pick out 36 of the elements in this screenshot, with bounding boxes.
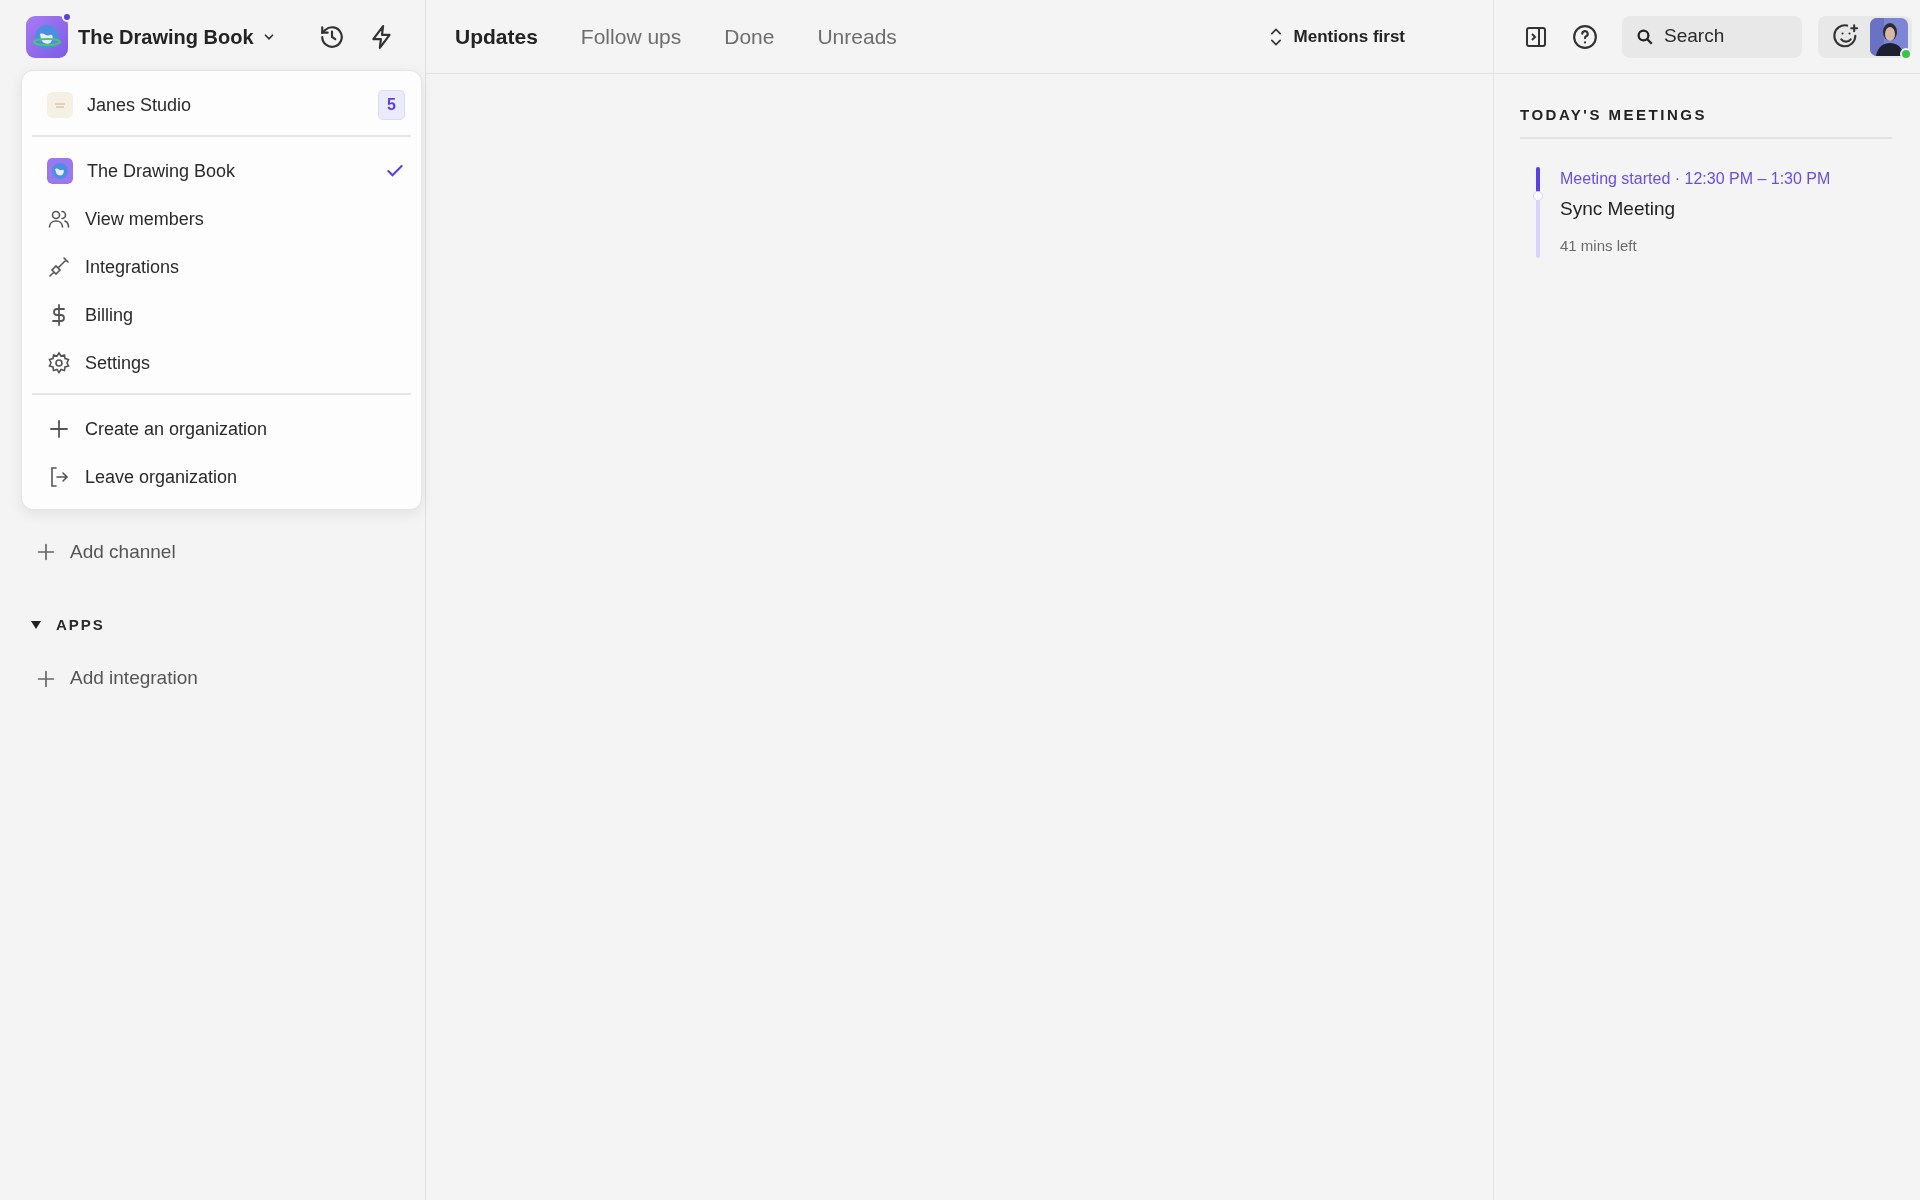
meeting-title: Sync Meeting [1560, 196, 1677, 221]
plus-icon [36, 542, 56, 562]
settings-icon [47, 351, 71, 375]
organization-logo [47, 92, 73, 118]
tab[interactable]: Unreads [817, 20, 897, 53]
globe-icon [32, 22, 62, 52]
tab[interactable]: Follow ups [580, 20, 682, 53]
organization-name: The Drawing Book [87, 159, 237, 183]
workspace-switcher[interactable]: The Drawing Book [68, 22, 276, 52]
menu-item[interactable]: Leave organization [32, 453, 411, 501]
caret-icon [30, 620, 42, 631]
tab[interactable]: Done [724, 20, 775, 53]
add-channel-button[interactable]: Add channel [0, 532, 176, 572]
plus-icon [47, 417, 71, 441]
organization-name: Janes Studio [87, 93, 193, 117]
organization-logo [47, 158, 73, 184]
menu-item[interactable]: Create an organization [32, 405, 411, 453]
sort-button[interactable]: Mentions first [1261, 22, 1411, 51]
section-toggle[interactable]: APPS [0, 614, 105, 637]
search-icon [1636, 27, 1654, 46]
add-integration-button[interactable]: Add integration [0, 658, 198, 699]
plug-icon [47, 255, 71, 279]
plus-icon [36, 668, 56, 689]
tab[interactable]: Updates [455, 20, 538, 53]
organization-item[interactable]: The Drawing Book [32, 147, 411, 195]
menu-item[interactable]: View members [32, 195, 411, 243]
organization-item[interactable]: Janes Studio 5 [32, 81, 411, 129]
menu-item[interactable]: Integrations [32, 243, 411, 291]
search-field[interactable]: Search [1622, 15, 1802, 58]
search-placeholder: Search [1664, 24, 1725, 49]
meeting-status: Meeting started · 12:30 PM – 1:30 PM [1560, 168, 1831, 189]
time-remaining: 41 mins left [1560, 236, 1638, 256]
section-heading: TODAY'S MEETINGS [1520, 104, 1892, 139]
unread-count: 5 [378, 90, 405, 120]
menu-item[interactable]: Billing [32, 291, 411, 339]
menu-item[interactable]: Settings [32, 339, 411, 387]
